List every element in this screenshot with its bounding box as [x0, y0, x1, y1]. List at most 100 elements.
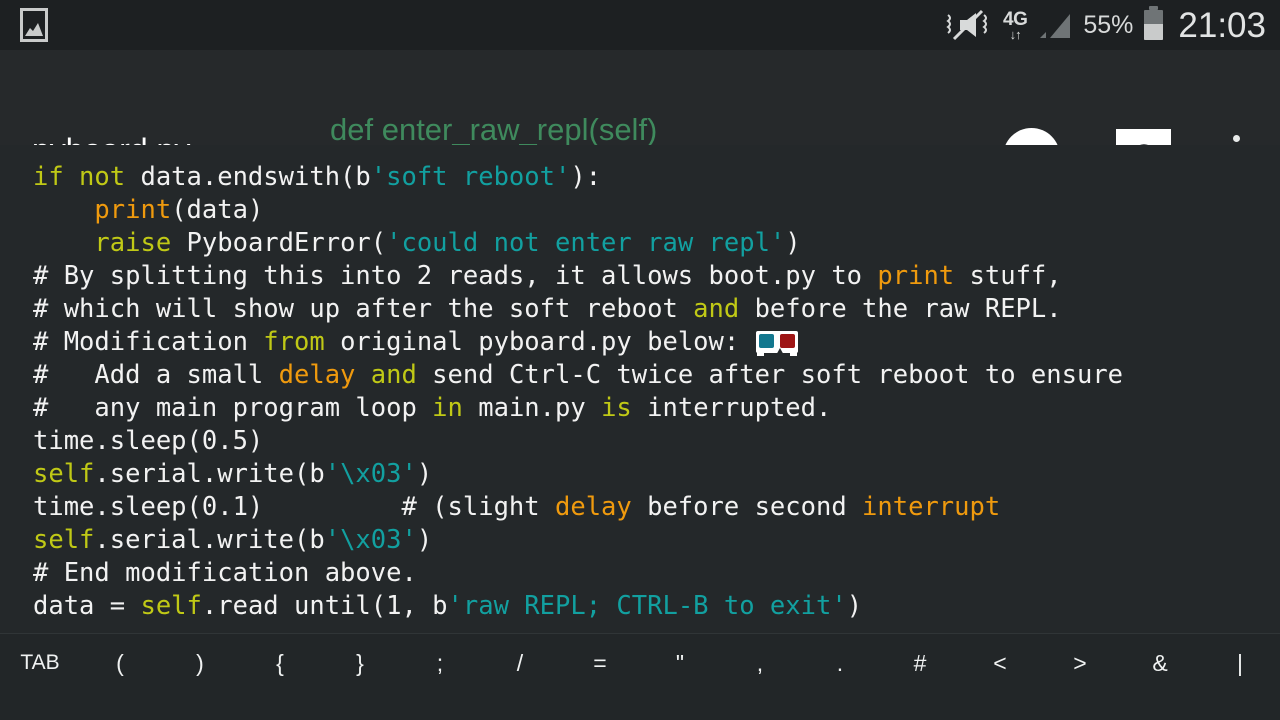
data-transfer-arrows: ↓↑ [1009, 26, 1022, 42]
code-token-plain: # End modification above. [33, 558, 417, 588]
symbol-key-quote[interactable]: " [640, 650, 720, 678]
code-token-str: 'soft reboot' [370, 162, 571, 192]
code-line: raise PyboardError('could not enter raw … [33, 227, 1280, 260]
3d-glasses-emoji [755, 329, 798, 357]
code-token-plain: original pyboard.py below: [324, 327, 755, 357]
code-line: print(data) [33, 194, 1280, 227]
symbol-key-slash[interactable]: / [480, 650, 560, 678]
code-token-kw: self [33, 459, 95, 489]
code-token-plain: time.sleep(0.1) # (slight [33, 492, 555, 522]
code-token-plain: .serial.write(b [94, 525, 325, 555]
status-bar-notifications [20, 8, 48, 42]
code-token-plain: .read until(1, b [201, 591, 448, 621]
network-type-label: 4G [1003, 8, 1028, 30]
code-line: # Add a small delay and send Ctrl-C twic… [33, 359, 1280, 392]
code-token-plain: data = [33, 591, 141, 621]
symbol-key-paren-close[interactable]: ) [160, 650, 240, 678]
code-line: time.sleep(0.1) # (slight delay before s… [33, 491, 1280, 524]
symbol-toolbar: TAB(){}; / = ",. # < > & | [0, 633, 1280, 720]
code-token-str: 'raw REPL; CTRL-B to exit' [447, 591, 847, 621]
code-line: # Modification from original pyboard.py … [33, 326, 1280, 359]
code-token-kw: if not [33, 162, 141, 192]
code-token-kw: raise [94, 228, 172, 258]
code-token-plain: # Add a small [33, 360, 279, 390]
network-4g-icon: 4G ↓↑ [1003, 8, 1028, 42]
code-token-plain: data.endswith(b [140, 162, 371, 192]
code-token-builtin: delay [278, 360, 356, 390]
signal-strength-icon [1040, 14, 1071, 38]
mute-vibrate-icon [946, 9, 987, 41]
code-token-plain: .serial.write(b [94, 459, 325, 489]
status-bar-clock: 21:03 [1178, 5, 1266, 45]
code-token-kw: from [263, 327, 325, 357]
code-token-plain: before second [631, 492, 863, 522]
code-line: if not data.endswith(b'soft reboot'): [33, 161, 1280, 194]
function-context-label: def enter_raw_repl(self) [330, 112, 658, 147]
code-line: self.serial.write(b'\x03') [33, 458, 1280, 491]
code-token-builtin: interrupt [862, 492, 1001, 522]
symbol-key-pipe[interactable]: | [1200, 650, 1280, 678]
code-line: # By splitting this into 2 reads, it all… [33, 260, 1280, 293]
symbol-key-semicolon[interactable]: ; [400, 650, 480, 678]
code-token-plain: before the raw REPL. [739, 294, 1062, 324]
code-token-plain: # Modification [33, 327, 264, 357]
symbol-key-hash[interactable]: # [880, 650, 960, 678]
status-bar-icons: 4G ↓↑ 55% 21:03 [946, 5, 1266, 45]
battery-icon [1144, 6, 1164, 40]
code-token-plain: ) [416, 459, 433, 489]
symbol-key-comma[interactable]: , [720, 650, 800, 678]
code-token-kw: and [693, 294, 740, 324]
code-line: data = self.read until(1, b'raw REPL; CT… [33, 590, 1280, 623]
code-token-str: 'could not enter raw repl' [386, 228, 786, 258]
code-token-plain: # any main program loop [33, 393, 433, 423]
code-token-plain: ) [785, 228, 801, 258]
code-token-plain: # By splitting this into 2 reads, it all… [33, 261, 878, 291]
action-bar: pyboard.py def enter_raw_repl(self) [0, 50, 1280, 185]
code-token-plain: time.sleep(0.5) [33, 426, 264, 456]
code-token-builtin: print [94, 195, 172, 225]
code-token-plain: ) [846, 591, 863, 621]
code-line: # which will show up after the soft rebo… [33, 293, 1280, 326]
symbol-key-brace-open[interactable]: { [240, 650, 320, 678]
code-token-plain: ): [570, 162, 602, 192]
symbol-key-tab[interactable]: TAB [0, 650, 80, 675]
code-line: # End modification above. [33, 557, 1280, 590]
code-line: # any main program loop in main.py is in… [33, 392, 1280, 425]
symbol-key-brace-close[interactable]: } [320, 650, 400, 678]
code-token-plain: send Ctrl-C twice after soft reboot to e… [416, 360, 1124, 390]
code-editor[interactable]: if not data.endswith(b'soft reboot'): pr… [0, 145, 1280, 633]
symbol-key-greater-than[interactable]: > [1040, 650, 1120, 678]
symbol-key-paren-open[interactable]: ( [80, 650, 160, 678]
overflow-menu-icon [1232, 135, 1240, 142]
status-bar: 4G ↓↑ 55% 21:03 [0, 0, 1280, 50]
code-token-plain: interrupted. [631, 393, 832, 423]
code-token-plain: main.py [462, 393, 602, 423]
phone-screen: 4G ↓↑ 55% 21:03 pyboard.py def enter_raw… [0, 0, 1280, 720]
symbol-key-less-than[interactable]: < [960, 650, 1040, 678]
symbol-key-period[interactable]: . [800, 650, 880, 678]
code-token-plain: stuff, [954, 261, 1062, 291]
code-token-builtin: print [877, 261, 955, 291]
code-token-kw: in [432, 393, 463, 423]
image-notification-icon [20, 8, 48, 42]
symbol-key-equals[interactable]: = [560, 650, 640, 678]
code-token-kw: self [33, 525, 95, 555]
code-token-plain: (data) [171, 195, 264, 225]
code-token-kw: and [370, 360, 417, 390]
code-token-kw: is [601, 393, 632, 423]
symbol-key-ampersand[interactable]: & [1120, 650, 1200, 678]
code-token-str: '\x03' [324, 525, 417, 555]
code-token-plain: ) [416, 525, 433, 555]
code-token-plain: PyboardError( [171, 228, 387, 258]
code-token-builtin: delay [554, 492, 632, 522]
code-token-kw: self [140, 591, 202, 621]
code-line: self.serial.write(b'\x03') [33, 524, 1280, 557]
battery-percent-label: 55% [1083, 10, 1134, 39]
code-line: time.sleep(0.5) [33, 425, 1280, 458]
battery-fill [1144, 23, 1164, 40]
code-token-str: '\x03' [324, 459, 417, 489]
code-token-plain: # which will show up after the soft rebo… [33, 294, 694, 324]
